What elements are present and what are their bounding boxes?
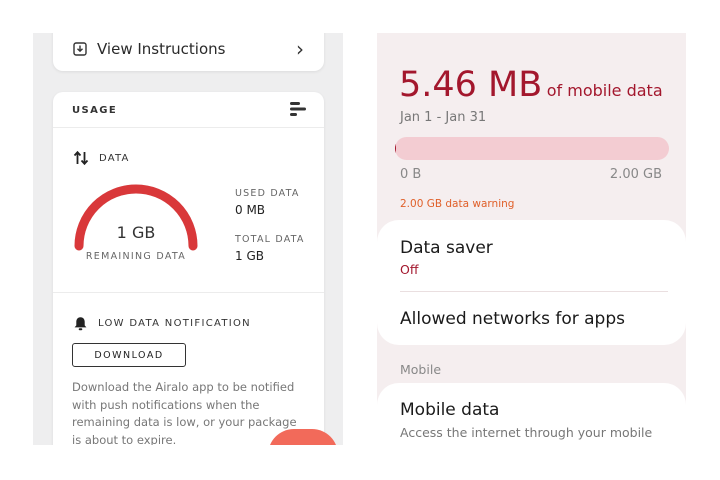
billing-cycle-date-range[interactable]: Jan 1 - Jan 31 xyxy=(400,110,486,125)
mobile-data-usage-amount: 5.46 MB of mobile data xyxy=(399,65,663,105)
usage-amount: 5.46 MB xyxy=(399,65,543,105)
download-icon xyxy=(73,42,87,56)
remaining-data-value: 1 GB xyxy=(116,223,156,242)
row-divider xyxy=(400,291,668,292)
usage-title: USAGE xyxy=(72,105,118,116)
data-saver-title[interactable]: Data saver xyxy=(400,238,493,258)
used-data-stat: USED DATA 0 MB xyxy=(235,188,300,217)
mobile-data-subtitle: Access the internet through your mobile … xyxy=(400,425,653,445)
airalo-panel: View Instructions › USAGE DATA 1 GB REMA… xyxy=(33,33,343,445)
used-data-label: USED DATA xyxy=(235,188,300,199)
view-instructions-row[interactable]: View Instructions › xyxy=(73,37,304,61)
usage-suffix: of mobile data xyxy=(546,81,663,100)
total-data-value: 1 GB xyxy=(235,249,264,263)
sort-icon[interactable] xyxy=(290,102,306,116)
instructions-card[interactable]: View Instructions › xyxy=(53,33,324,71)
notification-description: Download the Airalo app to be notified w… xyxy=(72,380,297,445)
data-warning-label: 2.00 GB data warning xyxy=(400,198,515,210)
data-saver-status: Off xyxy=(400,262,419,277)
low-data-notification-title: LOW DATA NOTIFICATION xyxy=(98,318,251,329)
bell-icon xyxy=(74,317,87,331)
data-section-label: DATA xyxy=(73,150,130,166)
total-data-label: TOTAL DATA xyxy=(235,234,305,245)
up-down-arrows-icon xyxy=(73,150,89,166)
divider xyxy=(53,292,324,293)
mobile-section-header: Mobile xyxy=(400,362,442,377)
chevron-right-icon: › xyxy=(296,37,304,61)
mobile-data-card: Mobile data Access the internet through … xyxy=(377,383,686,445)
data-usage-progress-bar xyxy=(395,137,669,160)
view-instructions-label: View Instructions xyxy=(97,40,226,58)
total-data-stat: TOTAL DATA 1 GB xyxy=(235,234,305,263)
mobile-data-usage-panel: 5.46 MB of mobile data Jan 1 - Jan 31 0 … xyxy=(377,33,686,445)
remaining-data-label: REMAINING DATA xyxy=(85,251,187,262)
allowed-networks-title[interactable]: Allowed networks for apps xyxy=(400,309,625,329)
mobile-data-title[interactable]: Mobile data xyxy=(400,400,499,420)
data-settings-card: Data saver Off Allowed networks for apps xyxy=(377,220,686,345)
usage-header: USAGE xyxy=(53,92,324,128)
progress-max-label: 2.00 GB xyxy=(609,167,662,182)
data-label: DATA xyxy=(99,152,130,164)
low-data-notification-heading: LOW DATA NOTIFICATION xyxy=(73,316,251,331)
usage-card: USAGE DATA 1 GB REMAINING DATA USED DATA… xyxy=(53,92,324,445)
progress-min-label: 0 B xyxy=(400,167,422,182)
used-data-value: 0 MB xyxy=(235,203,266,217)
download-button[interactable]: DOWNLOAD xyxy=(72,343,186,367)
progress-bar-fill xyxy=(395,137,396,160)
